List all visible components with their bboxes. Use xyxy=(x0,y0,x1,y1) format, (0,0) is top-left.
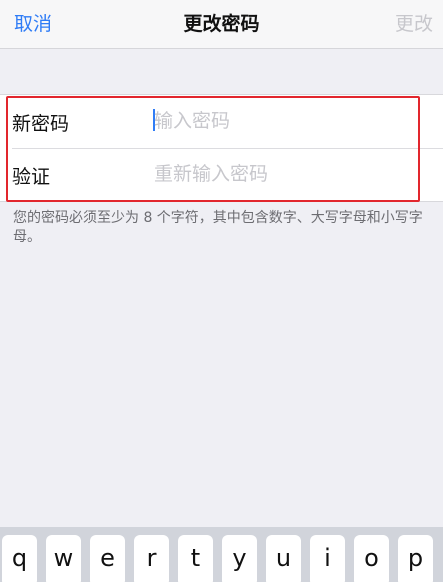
verify-password-field[interactable] xyxy=(154,158,424,190)
key-y[interactable]: y xyxy=(222,535,257,582)
key-r[interactable]: r xyxy=(134,535,169,582)
change-password-screen: 取消 更改密码 更改 新密码 验证 您的密码必须至少为 8 个字符，其中包含数字… xyxy=(0,0,443,582)
key-t[interactable]: t xyxy=(178,535,213,582)
key-p[interactable]: p xyxy=(398,535,433,582)
new-password-field[interactable] xyxy=(154,105,424,137)
navigation-bar: 取消 更改密码 更改 xyxy=(0,0,443,49)
page-title: 更改密码 xyxy=(183,13,260,35)
key-w[interactable]: w xyxy=(46,535,81,582)
keyboard: q w e r t y u i o p xyxy=(0,527,443,582)
new-password-label: 新密码 xyxy=(12,113,70,135)
key-o[interactable]: o xyxy=(354,535,389,582)
verify-password-label: 验证 xyxy=(12,166,51,188)
key-e[interactable]: e xyxy=(90,535,125,582)
change-button[interactable]: 更改 xyxy=(395,9,433,36)
key-q[interactable]: q xyxy=(2,535,37,582)
verify-password-row[interactable]: 验证 xyxy=(0,148,443,201)
password-form: 新密码 验证 xyxy=(0,94,443,202)
password-requirements-hint: 您的密码必须至少为 8 个字符，其中包含数字、大写字母和小写字母。 xyxy=(13,210,423,245)
key-u[interactable]: u xyxy=(266,535,301,582)
key-i[interactable]: i xyxy=(310,535,345,582)
new-password-row[interactable]: 新密码 xyxy=(0,95,443,148)
